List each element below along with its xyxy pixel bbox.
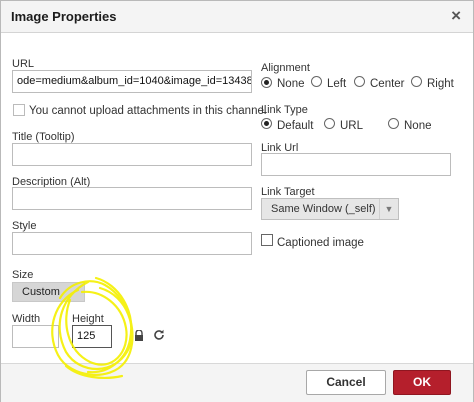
chevron-down-icon: ▼ (379, 199, 398, 219)
link-type-default-radio[interactable] (261, 118, 272, 129)
lock-icon[interactable] (134, 330, 144, 341)
align-center-radio[interactable] (354, 76, 365, 87)
title-tooltip-label: Title (Tooltip) (12, 131, 75, 143)
link-type-default-label: Default (277, 120, 314, 132)
style-input[interactable] (12, 232, 252, 255)
dialog-title: Image Properties (11, 9, 117, 24)
width-label: Width (12, 313, 41, 325)
align-center-label: Center (370, 78, 405, 90)
alignment-label: Alignment (261, 62, 310, 74)
url-label: URL (12, 58, 35, 70)
width-input[interactable] (12, 325, 59, 348)
link-type-url-label: URL (340, 120, 364, 132)
reset-size-icon[interactable] (153, 329, 165, 341)
size-label: Size (12, 269, 34, 281)
align-left-radio[interactable] (311, 76, 322, 87)
align-none-radio[interactable] (261, 77, 272, 88)
captioned-image-label: Captioned image (277, 237, 364, 249)
align-right-radio[interactable] (411, 76, 422, 87)
link-target-select[interactable]: Same Window (_self) ▼ (261, 198, 399, 220)
title-tooltip-input[interactable] (12, 143, 252, 166)
link-url-input[interactable] (261, 153, 451, 176)
close-icon[interactable]: × (451, 6, 461, 26)
height-input[interactable]: 125 (72, 325, 112, 348)
image-properties-dialog: Image Properties × URL ode=medium&album_… (0, 0, 474, 402)
upload-checkbox (13, 104, 25, 116)
captioned-image-checkbox[interactable] (261, 234, 273, 246)
link-type-none-radio[interactable] (388, 118, 399, 129)
ok-button[interactable]: OK (393, 370, 451, 395)
align-left-label: Left (327, 78, 347, 90)
description-alt-input[interactable] (12, 187, 252, 210)
align-none-label: None (277, 78, 305, 90)
height-label: Height (72, 313, 104, 325)
link-target-label: Link Target (261, 186, 315, 198)
style-label: Style (12, 220, 37, 232)
link-type-label: Link Type (261, 104, 308, 116)
size-select[interactable]: Custom (12, 282, 85, 302)
link-target-value: Same Window (_self) (271, 203, 376, 215)
link-type-url-radio[interactable] (324, 118, 335, 129)
dialog-titlebar: Image Properties × (1, 1, 473, 33)
cancel-button[interactable]: Cancel (306, 370, 386, 395)
url-input[interactable]: ode=medium&album_id=1040&image_id=13438 (12, 70, 252, 93)
upload-notice: You cannot upload attachments in this ch… (29, 105, 267, 117)
align-right-label: Right (427, 78, 454, 90)
link-type-none-label: None (404, 120, 432, 132)
